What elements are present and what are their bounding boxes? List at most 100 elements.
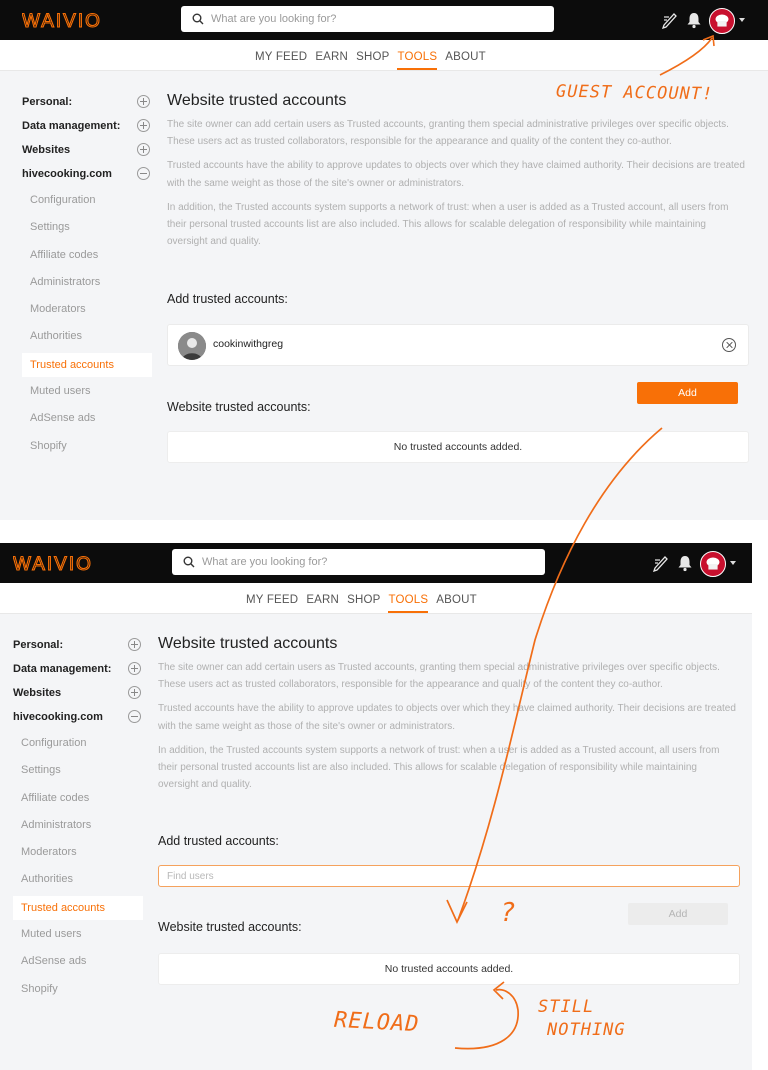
settings-sidebar: Personal: Data management: Websites hive…	[13, 636, 158, 1005]
add-button[interactable]: Add	[637, 382, 738, 404]
sidebar-item-affiliate-codes[interactable]: Affiliate codes	[13, 787, 158, 814]
sidebar-item-moderators[interactable]: Moderators	[13, 841, 158, 868]
sidebar-section-websites[interactable]: Websites	[13, 684, 158, 708]
sidebar-item-administrators[interactable]: Administrators	[22, 271, 167, 298]
avatar	[178, 332, 206, 360]
search-input[interactable]	[202, 553, 501, 571]
bell-icon[interactable]	[676, 554, 694, 572]
sidebar-item-authorities[interactable]: Authorities	[13, 868, 158, 895]
main-nav: MY FEED EARN SHOP TOOLS ABOUT	[0, 583, 752, 614]
still-annotation: STILL	[538, 997, 595, 1017]
description-paragraph: The site owner can add certain users as …	[167, 119, 729, 148]
nav-tools[interactable]: TOOLS	[397, 40, 437, 70]
nav-earn[interactable]: EARN	[306, 583, 339, 613]
logo-text: WAIVIO	[22, 11, 102, 32]
user-avatar[interactable]	[709, 8, 735, 34]
add-button[interactable]: Add	[628, 903, 728, 925]
waivio-logo[interactable]: WAIVIO	[13, 551, 125, 575]
main-nav: MY FEED EARN SHOP TOOLS ABOUT	[0, 40, 768, 71]
sidebar-item-administrators[interactable]: Administrators	[13, 814, 158, 841]
sidebar-item-adsense-ads[interactable]: AdSense ads	[22, 407, 167, 434]
sidebar-section-hivecooking[interactable]: hivecooking.com	[22, 165, 167, 189]
expand-icon[interactable]	[137, 95, 150, 108]
description-paragraph: In addition, the Trusted accounts system…	[167, 201, 729, 248]
sidebar-item-configuration[interactable]: Configuration	[22, 189, 167, 216]
find-users-input[interactable]	[158, 865, 740, 887]
nav-shop[interactable]: SHOP	[356, 40, 389, 70]
main-content: Website trusted accounts The site owner …	[167, 90, 749, 470]
expand-icon[interactable]	[137, 119, 150, 132]
logo-text: WAIVIO	[13, 554, 93, 575]
sidebar-item-settings[interactable]: Settings	[22, 216, 167, 243]
settings-sidebar: Personal: Data management: Websites hive…	[22, 93, 167, 462]
nav-tools[interactable]: TOOLS	[388, 583, 428, 613]
chevron-down-icon[interactable]	[730, 561, 736, 565]
screenshot-before: WAIVIO MY FEED EARN SHOP TOOLS ABOUT Per…	[0, 0, 768, 520]
trusted-accounts-list: No trusted accounts added.	[167, 431, 749, 463]
sidebar-item-trusted-accounts[interactable]: Trusted accounts	[13, 895, 143, 920]
selected-user-chip: cookinwithgreg	[167, 324, 749, 366]
empty-state-text: No trusted accounts added.	[384, 963, 514, 975]
nav-earn[interactable]: EARN	[315, 40, 348, 70]
trusted-accounts-list: No trusted accounts added.	[158, 953, 740, 985]
sidebar-item-muted-users[interactable]: Muted users	[22, 380, 167, 407]
trusted-list-label: Website trusted accounts:	[167, 400, 311, 414]
sidebar-item-authorities[interactable]: Authorities	[22, 325, 167, 352]
sidebar-item-settings[interactable]: Settings	[13, 759, 158, 786]
description-paragraph: In addition, the Trusted accounts system…	[158, 744, 720, 791]
nav-about[interactable]: ABOUT	[436, 583, 477, 613]
sidebar-section-data-management[interactable]: Data management:	[13, 660, 158, 684]
description-paragraph: The site owner can add certain users as …	[158, 662, 720, 691]
expand-icon[interactable]	[128, 686, 141, 699]
search-bar[interactable]	[181, 6, 554, 32]
remove-user-icon[interactable]	[722, 338, 736, 352]
sidebar-item-affiliate-codes[interactable]: Affiliate codes	[22, 244, 167, 271]
trusted-list-label: Website trusted accounts:	[158, 920, 302, 934]
sidebar-section-personal[interactable]: Personal:	[22, 93, 167, 117]
sidebar-item-muted-users[interactable]: Muted users	[13, 923, 158, 950]
bell-icon[interactable]	[685, 11, 703, 29]
page-title: Website trusted accounts	[158, 635, 338, 652]
expand-icon[interactable]	[128, 662, 141, 675]
guest-account-annotation: GUEST ACCOUNT!	[555, 81, 714, 105]
write-post-icon[interactable]	[652, 554, 670, 572]
question-mark-annotation: ?	[500, 898, 517, 928]
top-bar: WAIVIO	[0, 543, 752, 583]
empty-state-text: No trusted accounts added.	[393, 441, 523, 453]
collapse-icon[interactable]	[128, 710, 141, 723]
sidebar-section-websites[interactable]: Websites	[22, 141, 167, 165]
search-icon	[183, 556, 195, 568]
search-bar[interactable]	[172, 549, 545, 575]
description-paragraph: Trusted accounts have the ability to app…	[158, 703, 736, 732]
sidebar-item-shopify[interactable]: Shopify	[22, 435, 167, 462]
sidebar-item-configuration[interactable]: Configuration	[13, 732, 158, 759]
sidebar-item-adsense-ads[interactable]: AdSense ads	[13, 950, 158, 977]
main-content: Website trusted accounts The site owner …	[158, 633, 740, 1013]
chevron-down-icon[interactable]	[739, 18, 745, 22]
top-bar: WAIVIO	[0, 0, 768, 40]
collapse-icon[interactable]	[137, 167, 150, 180]
sidebar-item-moderators[interactable]: Moderators	[22, 298, 167, 325]
description-paragraph: Trusted accounts have the ability to app…	[167, 160, 745, 189]
search-input[interactable]	[211, 10, 510, 28]
nav-shop[interactable]: SHOP	[347, 583, 380, 613]
waivio-logo[interactable]: WAIVIO	[22, 8, 134, 32]
sidebar-item-trusted-accounts[interactable]: Trusted accounts	[22, 352, 152, 377]
add-trusted-label: Add trusted accounts:	[158, 834, 279, 848]
nav-my-feed[interactable]: MY FEED	[255, 40, 307, 70]
expand-icon[interactable]	[128, 638, 141, 651]
reload-annotation: RELOAD	[333, 1007, 421, 1038]
nothing-annotation: NOTHING	[547, 1020, 626, 1040]
search-icon	[192, 13, 204, 25]
nav-my-feed[interactable]: MY FEED	[246, 583, 298, 613]
user-avatar[interactable]	[700, 551, 726, 577]
sidebar-section-hivecooking[interactable]: hivecooking.com	[13, 708, 158, 732]
screenshot-after-reload: WAIVIO MY FEED EARN SHOP TOOLS ABOUT Per…	[0, 543, 752, 1070]
sidebar-item-shopify[interactable]: Shopify	[13, 978, 158, 1005]
sidebar-section-data-management[interactable]: Data management:	[22, 117, 167, 141]
nav-about[interactable]: ABOUT	[445, 40, 486, 70]
sidebar-section-personal[interactable]: Personal:	[13, 636, 158, 660]
write-post-icon[interactable]	[661, 11, 679, 29]
selected-username: cookinwithgreg	[213, 338, 284, 350]
expand-icon[interactable]	[137, 143, 150, 156]
